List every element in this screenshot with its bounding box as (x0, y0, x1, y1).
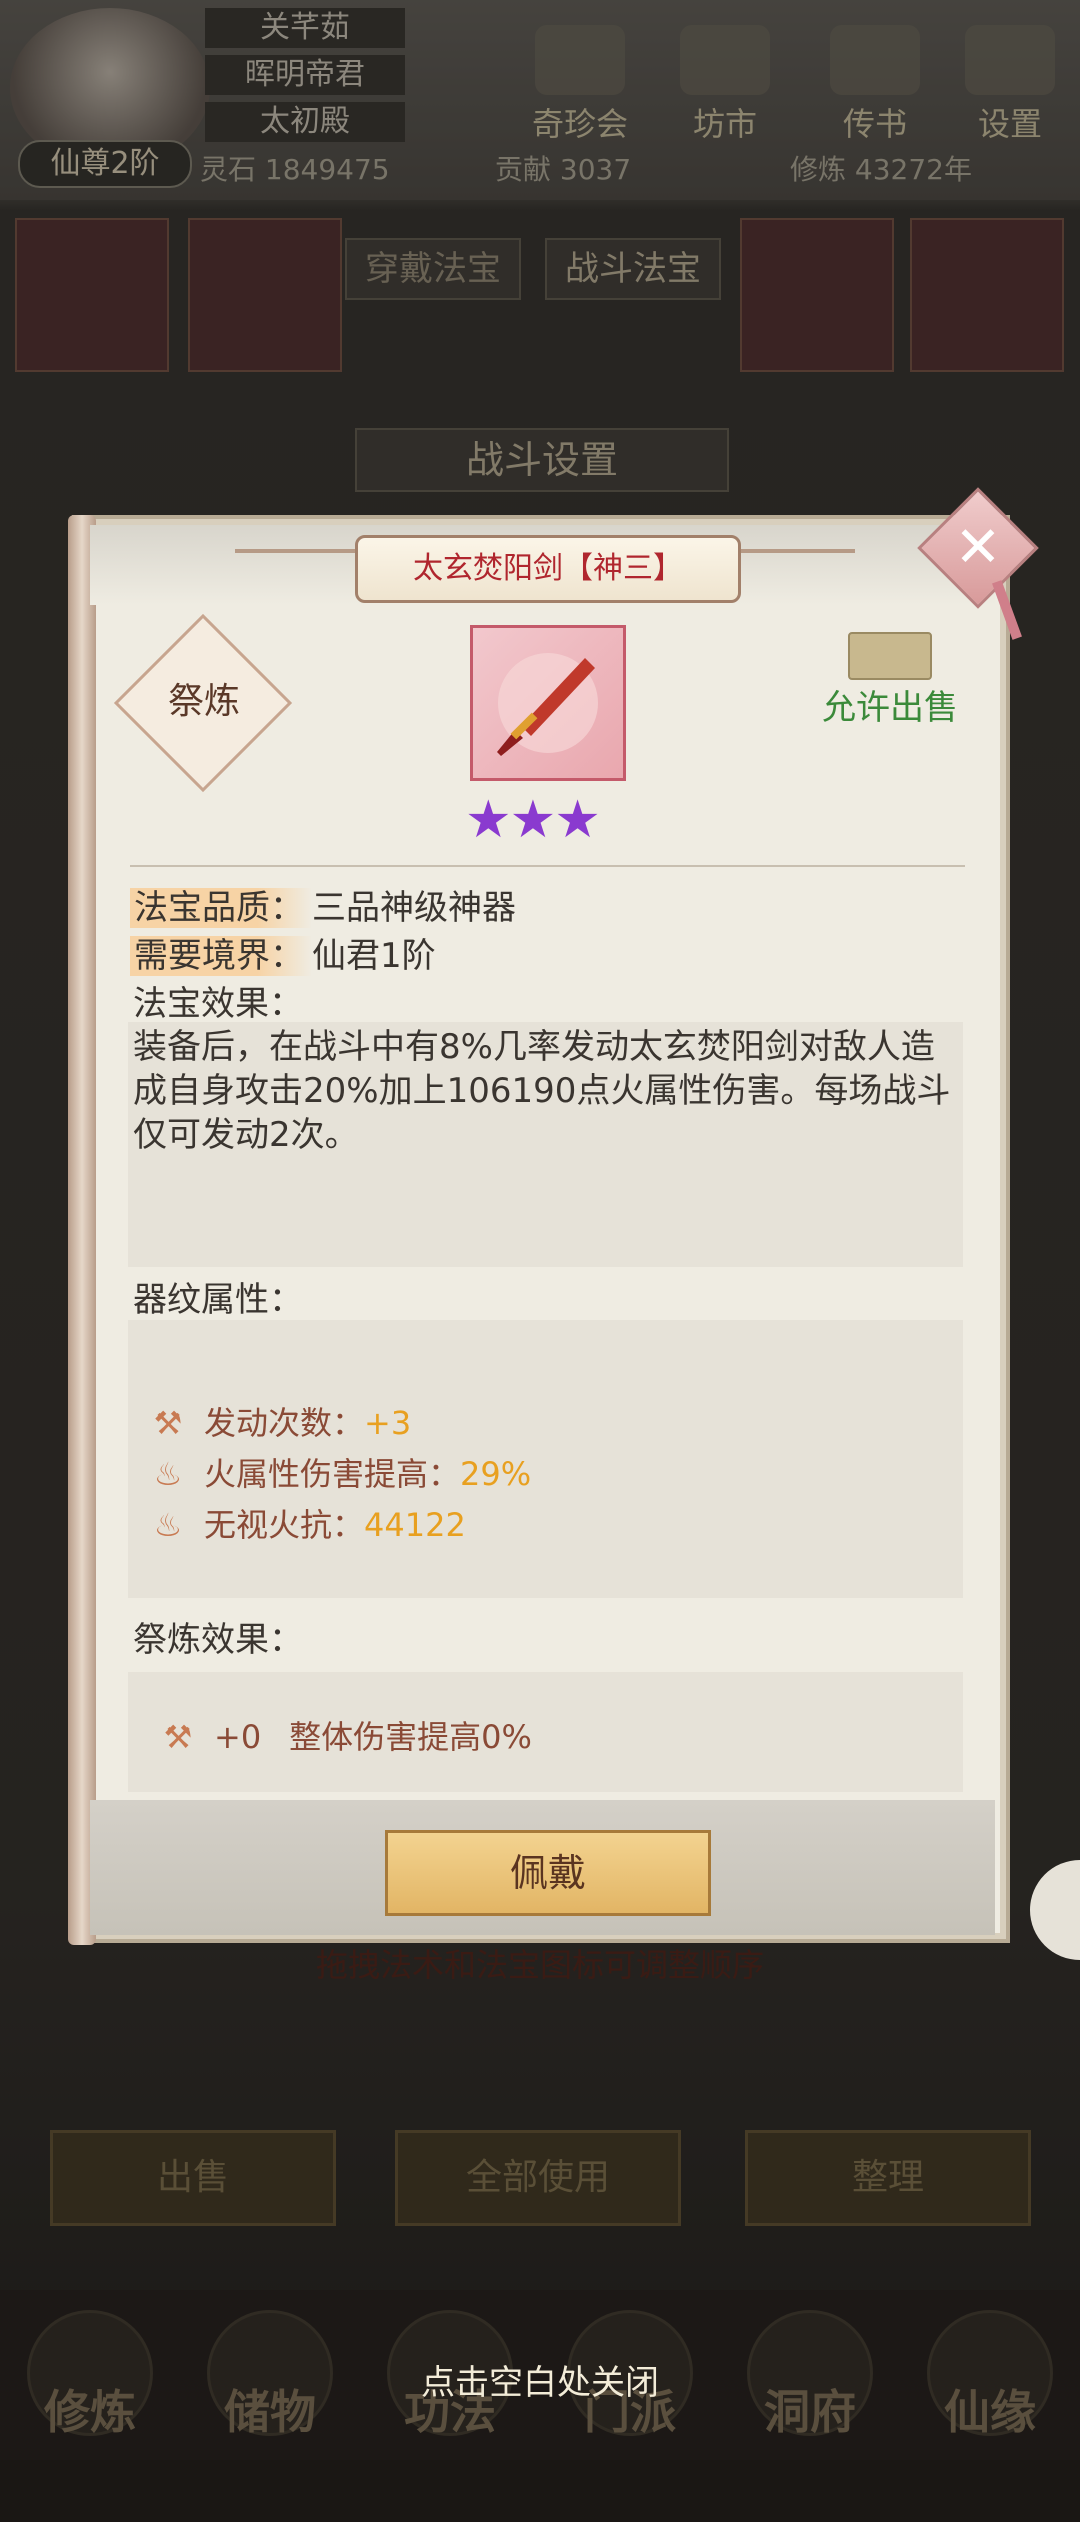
close-icon: ✕ (954, 515, 1002, 580)
scroll-rod (68, 515, 96, 1945)
jilian-effect-label: 祭炼效果： (133, 1620, 303, 1660)
quality-label: 法宝品质： (130, 888, 312, 928)
fire-icon: ♨ (153, 1455, 183, 1493)
sell-permission-icon (848, 632, 932, 680)
treasure-title: 太玄焚阳剑【神三】 (355, 535, 741, 603)
sell-status: 允许出售 (822, 688, 958, 728)
star-rating: ★★★ (465, 790, 601, 850)
hammer-icon: ⚒ (163, 1718, 193, 1756)
effect-text: 装备后，在战斗中有8%几率发动太玄焚阳剑对敌人造成自身攻击20%加上106190… (133, 1027, 951, 1155)
divider (130, 865, 965, 867)
quality-value: 三品神级神器 (312, 888, 516, 928)
title-ornament (735, 549, 855, 553)
qiwen-attr-row: ⚒ 发动次数：+3 (150, 1398, 412, 1448)
title-ornament (235, 549, 355, 553)
close-hint: 点击空白处关闭 (421, 2363, 659, 2403)
fire-icon: ♨ (153, 1506, 183, 1544)
wear-button[interactable]: 佩戴 (385, 1830, 711, 1916)
qiwen-label: 器纹属性： (133, 1280, 303, 1320)
effect-label: 法宝效果： (133, 984, 303, 1024)
hammer-icon: ⚒ (153, 1404, 183, 1442)
qiwen-attr-row: ♨ 无视火抗：44122 (150, 1500, 466, 1550)
qiwen-attr-row: ♨ 火属性伤害提高：29% (150, 1449, 531, 1499)
realm-row: 需要境界： 仙君1阶 (130, 928, 436, 977)
sword-icon (470, 625, 626, 781)
jilian-effect-row: ⚒ +0 整体伤害提高0% (160, 1712, 532, 1762)
jilian-label: 祭炼 (167, 681, 240, 722)
realm-label: 需要境界： (130, 936, 312, 976)
realm-value: 仙君1阶 (312, 936, 436, 976)
quality-row: 法宝品质： 三品神级神器 (130, 880, 516, 929)
